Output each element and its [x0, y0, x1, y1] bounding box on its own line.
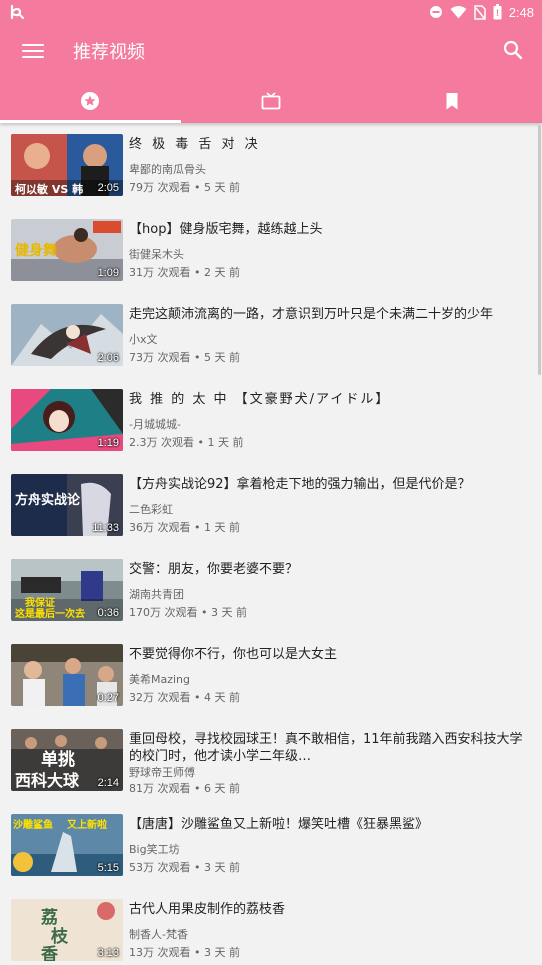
- dnd-icon: [429, 6, 442, 18]
- video-item[interactable]: 0:27 不要觉得你不行，你也可以是大女主 美希Mazing 32万 次观看 •…: [0, 633, 538, 718]
- video-author: 野球帝王师傅: [129, 766, 195, 779]
- app-logo-icon: [10, 4, 24, 20]
- svg-text:这是最后一次去: 这是最后一次去: [15, 607, 85, 620]
- video-thumbnail: 1:19: [11, 389, 123, 451]
- svg-text:沙雕鲨鱼: 沙雕鲨鱼: [13, 818, 53, 831]
- svg-text:又上新啦: 又上新啦: [66, 818, 107, 831]
- video-thumbnail: 方舟实战论 11:33: [11, 474, 123, 536]
- battery-icon: !: [493, 4, 502, 20]
- video-thumbnail: 我保证 这是最后一次去 0:36: [11, 559, 123, 621]
- video-meta: 73万 次观看 • 5 天 前: [129, 351, 240, 364]
- video-item[interactable]: 2:06 走完这颠沛流离的一路，才意识到万叶只是个未满二十岁的少年 小x文 73…: [0, 293, 538, 378]
- video-duration: 5:15: [97, 862, 119, 874]
- tab-recommended[interactable]: [0, 78, 181, 123]
- thumb-text: 柯以敏 VS 韩: [15, 182, 83, 196]
- wifi-icon: [450, 6, 467, 19]
- video-author: -月城城城-: [129, 418, 181, 431]
- video-title: 走完这颠沛流离的一路，才意识到万叶只是个未满二十岁的少年: [129, 307, 494, 322]
- tab-bookmarks[interactable]: [361, 78, 542, 123]
- svg-text:香: 香: [41, 945, 58, 961]
- svg-text:单挑: 单挑: [41, 749, 75, 770]
- video-duration: 2:05: [97, 182, 119, 194]
- video-author: 制香人-梵香: [129, 928, 188, 941]
- video-duration: 11:33: [92, 522, 119, 534]
- video-item[interactable]: 柯以敏 VS 韩 2:05 终 极 毒 舌 对 决 卑鄙的南瓜骨头 79万 次观…: [0, 123, 538, 208]
- tab-tv[interactable]: [181, 78, 362, 123]
- status-time: 2:48: [508, 4, 534, 20]
- video-duration: 2:14: [97, 777, 119, 789]
- no-sim-icon: [473, 4, 486, 20]
- video-item[interactable]: 单挑 西科大球 2:14 重回母校，寻找校园球王！真不敢相信，11年前我踏入西安…: [0, 718, 538, 803]
- video-item[interactable]: 1:19 我 推 的 太 中 【文豪野犬/アイドル】 -月城城城- 2.3万 次…: [0, 378, 538, 463]
- video-meta: 36万 次观看 • 1 天 前: [129, 521, 240, 534]
- video-title: 【hop】健身版宅舞，越练越上头: [129, 222, 323, 237]
- video-title: 终 极 毒 舌 对 决: [129, 137, 261, 152]
- video-meta: 79万 次观看 • 5 天 前: [129, 181, 240, 194]
- video-thumbnail: 0:27: [11, 644, 123, 706]
- svg-text:!: !: [496, 8, 499, 18]
- video-item[interactable]: 荔 枝 香 3:13 古代人用果皮制作的荔枝香 制香人-梵香 13万 次观看 •…: [0, 888, 538, 965]
- status-bar: ! 2:48: [0, 0, 542, 24]
- video-meta: 13万 次观看 • 3 天 前: [129, 946, 240, 959]
- video-title: 【唐唐】沙雕鲨鱼又上新啦！爆笑吐槽《狂暴黑鲨》: [129, 817, 429, 832]
- video-duration: 3:13: [97, 947, 119, 959]
- video-title: 交警：朋友，你要老婆不要？: [129, 562, 299, 577]
- video-thumbnail: 健身舞 1:09: [11, 219, 123, 281]
- thumb-text: 方舟实战论: [15, 492, 81, 508]
- video-item[interactable]: 方舟实战论 11:33 【方舟实战论92】拿着枪走下地的强力输出，但是代价是？ …: [0, 463, 538, 548]
- video-title: 不要觉得你不行，你也可以是大女主: [129, 647, 338, 662]
- video-author: 湖南共青团: [129, 588, 184, 601]
- video-author: Big笑工坊: [129, 843, 180, 856]
- svg-text:我保证: 我保证: [25, 596, 55, 609]
- video-meta: 170万 次观看 • 3 天 前: [129, 606, 247, 619]
- video-duration: 0:27: [97, 692, 119, 704]
- video-author: 美希Mazing: [129, 673, 191, 686]
- video-title: 古代人用果皮制作的荔枝香: [129, 902, 286, 917]
- list-scrollbar[interactable]: [538, 125, 541, 375]
- video-thumbnail: 2:06: [11, 304, 123, 366]
- search-icon[interactable]: [502, 39, 524, 61]
- thumb-text: 健身舞: [15, 242, 57, 259]
- video-meta: 2.3万 次观看 • 1 天 前: [129, 436, 244, 449]
- video-author: 小x文: [129, 333, 158, 346]
- video-item[interactable]: 健身舞 1:09 【hop】健身版宅舞，越练越上头 街健呆木头 31万 次观看 …: [0, 208, 538, 293]
- video-list[interactable]: 柯以敏 VS 韩 2:05 终 极 毒 舌 对 决 卑鄙的南瓜骨头 79万 次观…: [0, 123, 542, 965]
- video-thumbnail: 柯以敏 VS 韩 2:05: [11, 134, 123, 196]
- video-meta: 31万 次观看 • 2 天 前: [129, 266, 240, 279]
- video-duration: 2:06: [97, 352, 119, 364]
- video-meta: 81万 次观看 • 6 天 前: [129, 782, 240, 795]
- app-toolbar: 推荐视频: [0, 24, 542, 78]
- video-title: 重回母校，寻找校园球王！真不敢相信，11年前我踏入西安科技大学的校门时，他才读小…: [129, 732, 523, 764]
- tab-bar: [0, 78, 542, 123]
- video-author: 卑鄙的南瓜骨头: [129, 163, 206, 176]
- svg-text:枝: 枝: [51, 926, 69, 947]
- video-meta: 32万 次观看 • 4 天 前: [129, 691, 240, 704]
- app-root: ! 2:48 推荐视频 柯以敏 VS 韩 2:05 终 极 毒 舌 对 决 卑鄙…: [0, 0, 542, 965]
- video-thumbnail: 荔 枝 香 3:13: [11, 899, 123, 961]
- svg-text:荔: 荔: [40, 907, 58, 928]
- video-duration: 0:36: [97, 607, 119, 619]
- video-title: 【方舟实战论92】拿着枪走下地的强力输出，但是代价是？: [129, 477, 471, 492]
- video-thumbnail: 沙雕鲨鱼 又上新啦 5:15: [11, 814, 123, 876]
- tv-icon: [261, 91, 281, 109]
- video-author: 二色彩虹: [129, 503, 173, 516]
- video-title: 我 推 的 太 中 【文豪野犬/アイドル】: [129, 392, 391, 407]
- hamburger-menu-icon[interactable]: [22, 41, 44, 61]
- video-duration: 1:19: [97, 437, 119, 449]
- video-meta: 53万 次观看 • 3 天 前: [129, 861, 240, 874]
- video-author: 街健呆木头: [129, 248, 184, 261]
- video-thumbnail: 单挑 西科大球 2:14: [11, 729, 123, 791]
- star-circle-icon: [81, 91, 100, 110]
- page-title: 推荐视频: [73, 42, 145, 63]
- video-item[interactable]: 我保证 这是最后一次去 0:36 交警：朋友，你要老婆不要？ 湖南共青团 170…: [0, 548, 538, 633]
- video-item[interactable]: 沙雕鲨鱼 又上新啦 5:15 【唐唐】沙雕鲨鱼又上新啦！爆笑吐槽《狂暴黑鲨》 B…: [0, 803, 538, 888]
- svg-text:西科大球: 西科大球: [15, 771, 80, 790]
- video-duration: 1:09: [97, 267, 119, 279]
- status-icons: ! 2:48: [429, 3, 534, 21]
- bookmark-icon: [446, 92, 458, 109]
